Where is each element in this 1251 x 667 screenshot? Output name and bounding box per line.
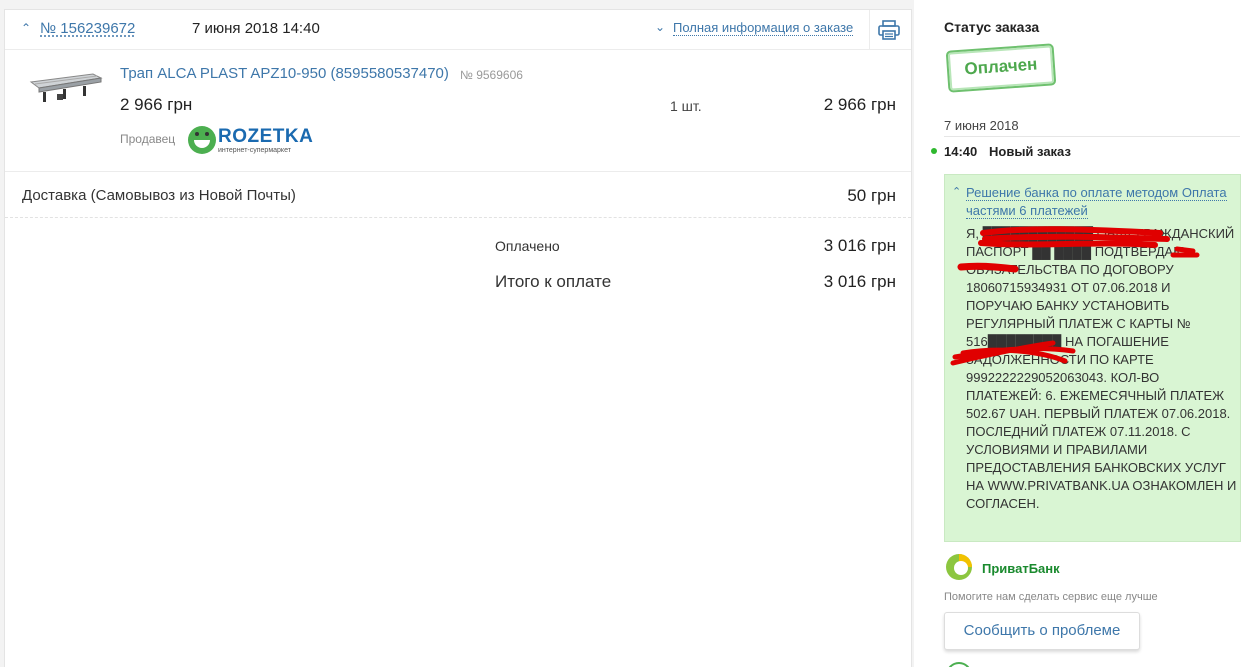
bank-decision-text: Я, ████████████ ОБЩЕГРАЖДАНСКИЙ ПАСПОРТ … [966, 226, 1237, 511]
order-details-panel: ⌃ № 156239672 7 июня 2018 14:40 ⌄ Полная… [4, 9, 912, 667]
order-status-panel: Статус заказа Оплачен 7 июня 2018 14:40 … [914, 0, 1251, 667]
seller-tagline: интернет-супермаркет [218, 147, 291, 154]
event-time: 14:40 [944, 144, 978, 159]
paid-label: Оплачено [495, 238, 560, 254]
status-date: 7 июня 2018 [944, 118, 1019, 133]
total-label: Итого к оплате [495, 272, 612, 291]
green-dot-icon [931, 148, 937, 154]
full-order-info-link[interactable]: Полная информация о заказе [673, 20, 854, 36]
privatbank-logo: ПриватБанк [944, 552, 1084, 584]
report-problem-button[interactable]: Сообщить о проблеме [944, 612, 1140, 650]
event-name: Новый заказ [989, 144, 1071, 159]
product-quantity: 1 шт. [670, 98, 702, 114]
help-text: Помогите нам сделать сервис еще лучше [944, 591, 1158, 603]
header-divider [869, 10, 870, 50]
product-image[interactable] [27, 72, 103, 110]
bank-decision-link[interactable]: Решение банка по оплате методом Оплата ч… [966, 184, 1236, 220]
paid-value: 3 016 грн [823, 236, 896, 255]
order-header: ⌃ № 156239672 7 июня 2018 14:40 ⌄ Полная… [5, 10, 911, 50]
bank-decision-link-text[interactable]: Решение банка по оплате методом Оплата ч… [966, 185, 1227, 219]
order-page: ⌃ № 156239672 7 июня 2018 14:40 ⌄ Полная… [0, 0, 1251, 667]
circle-icon[interactable] [946, 662, 972, 667]
total-value: 3 016 грн [823, 272, 896, 291]
order-number-link[interactable]: № 156239672 [40, 20, 135, 37]
divider [5, 171, 911, 172]
chevron-up-icon[interactable]: ⌃ [21, 21, 31, 35]
product-code: № 9569606 [460, 68, 523, 82]
product-price: 2 966 грн [120, 95, 193, 114]
order-date: 7 июня 2018 14:40 [192, 20, 320, 37]
rozetka-smile-icon [188, 126, 216, 154]
status-title: Статус заказа [944, 19, 1040, 35]
seller-logo-rozetka[interactable]: ROZETKA интернет-супермаркет [188, 126, 318, 156]
dashed-divider [5, 217, 911, 218]
paid-stamp: Оплачен [945, 43, 1057, 93]
delivery-price: 50 грн [847, 186, 896, 205]
privatbank-icon [946, 554, 972, 580]
chevron-up-icon[interactable]: ⌃ [952, 185, 961, 198]
print-icon[interactable] [878, 20, 900, 40]
bank-name: ПриватБанк [982, 561, 1060, 576]
seller-label: Продавец [120, 132, 176, 146]
seller-name: ROZETKA [218, 126, 314, 147]
delivery-label: Доставка (Самовывоз из Новой Почты) [22, 187, 296, 204]
bank-decision-box: ⌃ Решение банка по оплате методом Оплата… [944, 174, 1241, 542]
product-total: 2 966 грн [823, 95, 896, 114]
divider [944, 136, 1240, 137]
chevron-down-icon[interactable]: ⌄ [655, 20, 665, 34]
product-name-link[interactable]: Трап ALCA PLAST APZ10-950 (8595580537470… [120, 65, 449, 82]
